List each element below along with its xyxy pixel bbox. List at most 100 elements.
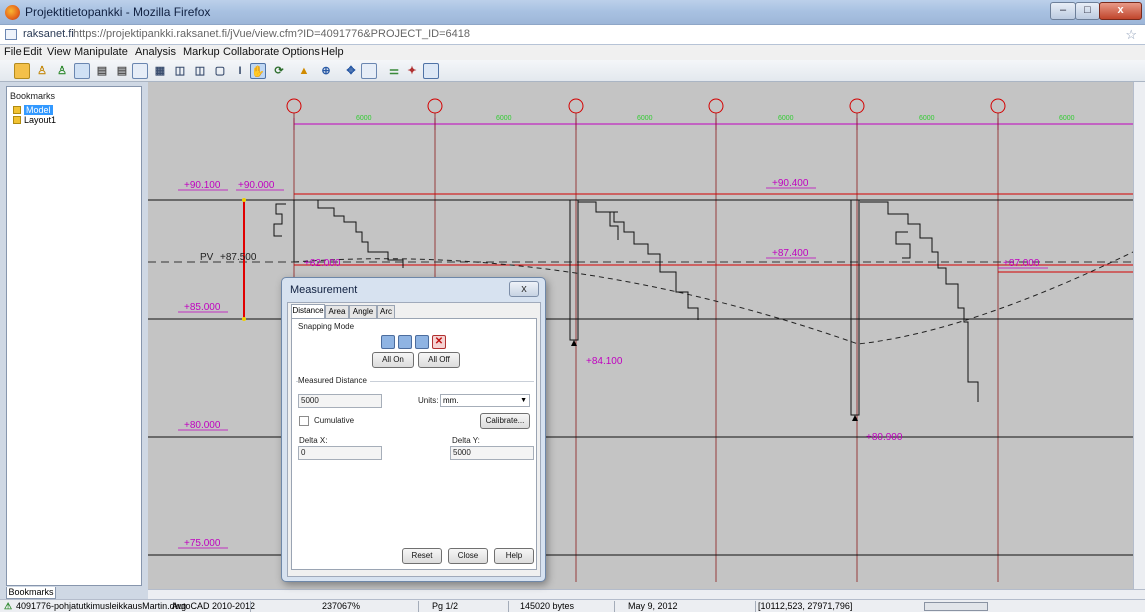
menu-collaborate[interactable]: Collaborate [223,46,279,58]
tab-arc[interactable]: Arc [377,305,395,318]
cumulative-checkbox[interactable] [299,416,309,426]
markup-icon[interactable]: ▲ [296,63,312,79]
tab-distance[interactable]: Distance [291,304,325,318]
pan-hand-icon[interactable]: ✋ [250,63,266,79]
status-format: AutoCAD 2010-2012 [172,601,256,611]
dimension-label: 6000 [356,115,372,122]
split-view-icon[interactable]: ◫ [172,63,188,79]
menu-help[interactable]: Help [321,46,344,58]
all-off-button[interactable]: All Off [418,352,460,368]
export-icon[interactable] [132,63,148,79]
warning-icon: ⚠ [4,601,13,611]
distance-panel: Snapping Mode ✕ All On All Off Measured … [291,318,537,570]
elevation-label: +87.000 [1003,258,1040,269]
status-filename: 4091776-pohjatutkimusleikkausMartin.dwg [16,601,187,611]
bookmark-item-model[interactable]: Model [13,105,53,115]
separator [508,601,509,612]
units-label: Units: [418,396,439,405]
bookmarks-tab[interactable]: Bookmarks [6,587,56,599]
pile-depth-label: +80.900 [866,432,903,443]
delta-y-field[interactable]: 5000 [450,446,534,460]
dialog-close-action-button[interactable]: Close [448,548,488,564]
status-bar: ⚠ 4091776-pohjatutkimusleikkausMartin.dw… [0,599,1145,612]
menu-file[interactable]: File [4,46,22,58]
chevron-down-icon: ▼ [520,397,527,404]
elevation-label: +82.000 [304,258,341,269]
bookmark-item-layout1[interactable]: Layout1 [13,115,56,125]
reset-button[interactable]: Reset [402,548,442,564]
page-icon[interactable]: ▢ [212,63,228,79]
snap-endpoint-icon[interactable] [381,335,395,349]
person-edit-icon[interactable]: ♙ [54,63,70,79]
grid-marker [849,98,865,114]
status-zoom: 237067% [322,601,361,611]
all-on-button[interactable]: All On [372,352,414,368]
maximize-button[interactable]: □ [1075,2,1100,20]
tab-angle[interactable]: Angle [349,305,377,318]
delta-x-field[interactable]: 0 [298,446,382,460]
grid-marker [708,98,724,114]
grid-markers [286,98,1006,114]
vertical-scrollbar[interactable] [1133,82,1145,589]
tab-area[interactable]: Area [325,305,349,318]
pile-tips [571,340,858,421]
menu-edit[interactable]: Edit [23,46,42,58]
measurement-dialog: Measurement x Distance Area Angle Arc Sn… [281,277,546,582]
person-icon[interactable]: ♙ [34,63,50,79]
address-bar[interactable]: raksanet.fi https://projektipankki.raksa… [0,25,1145,45]
bookmarks-header: Bookmarks [10,91,56,101]
print-icon[interactable]: ▤ [94,63,110,79]
url-field[interactable]: https://projektipankki.raksanet.fi/jVue/… [73,28,470,40]
menu-view[interactable]: View [47,46,71,58]
measured-distance-field[interactable]: 5000 [298,394,382,408]
zoom-window-icon[interactable] [361,63,377,79]
stamp-icon[interactable]: ✦ [404,63,420,79]
thumbnail-icon[interactable]: ▦ [152,63,168,79]
snapping-mode-label: Snapping Mode [298,322,355,331]
cumulative-label: Cumulative [314,416,355,425]
delta-y-label: Delta Y: [452,436,480,445]
zoom-icon[interactable]: ⊕ [318,63,334,79]
text-select-icon[interactable]: I [232,63,248,79]
measure-icon[interactable]: ⚌ [386,63,402,79]
dialog-close-button[interactable]: x [509,281,539,297]
snap-center-icon[interactable] [415,335,429,349]
menu-analysis[interactable]: Analysis [135,46,176,58]
elevation-label: +80.000 [184,420,221,431]
dimension-label: 6000 [637,115,653,122]
folder-icon [13,106,21,114]
separator [418,601,419,612]
delta-x-label: Delta X: [299,436,328,445]
elevation-label: +90.400 [772,178,809,189]
status-coordinates: [10112,523, 27971,796] [758,601,853,611]
layers-icon[interactable] [74,63,90,79]
dimension-label: 6000 [1059,115,1075,122]
rotate-icon[interactable]: ⟳ [271,63,287,79]
open-folder-icon[interactable] [14,63,30,79]
fullscreen-icon[interactable] [423,63,439,79]
separator [250,601,251,612]
measured-distance-label: Measured Distance [298,376,370,385]
status-size: 145020 bytes [520,601,575,611]
print-setup-icon[interactable]: ▤ [114,63,130,79]
firefox-logo-icon [5,5,20,20]
calibrate-button[interactable]: Calibrate... [480,413,530,429]
elevation-label: +90.100 [184,180,221,191]
dimension-label: 6000 [496,115,512,122]
menu-options[interactable]: Options [282,46,320,58]
compare-icon[interactable]: ◫ [192,63,208,79]
minimize-button[interactable]: – [1050,2,1076,20]
menu-markup[interactable]: Markup [183,46,220,58]
grid-marker [286,98,302,114]
site-domain: raksanet.fi [23,28,74,40]
fit-icon[interactable]: ✥ [343,63,359,79]
snap-off-icon[interactable]: ✕ [432,335,446,349]
units-select[interactable]: mm. ▼ [440,394,530,407]
bookmark-star-icon[interactable]: ☆ [1125,27,1137,43]
help-button[interactable]: Help [494,548,534,564]
snap-midpoint-icon[interactable] [398,335,412,349]
close-window-button[interactable]: x [1099,2,1142,20]
menu-manipulate[interactable]: Manipulate [74,46,128,58]
page-icon [5,29,17,40]
horizontal-scrollbar[interactable] [148,589,1145,599]
